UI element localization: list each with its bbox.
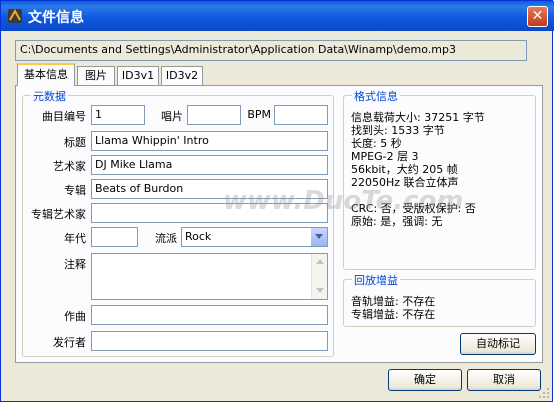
file-info-dialog: 文件信息 ✕ C:\Documents and Settings\Adminis… [0, 0, 554, 402]
year-label: 年代 [64, 232, 86, 245]
genre-select[interactable]: Rock [181, 227, 328, 247]
comment-label: 注释 [64, 258, 86, 271]
window-title: 文件信息 [28, 10, 84, 26]
cancel-button[interactable]: 取消 [467, 369, 541, 391]
tab-id3v2[interactable]: ID3v2 [161, 66, 203, 85]
winamp-icon [8, 8, 22, 23]
format-info-line: 22050Hz 联合立体声 [351, 176, 459, 189]
comment-scrollbar[interactable] [311, 254, 327, 299]
year-input[interactable] [91, 227, 138, 247]
tab-panel: 元数据 曲目编号 1 唱片 BPM 标题 Llama Whippin' Intr… [15, 85, 543, 363]
album-label: 专辑 [64, 184, 86, 197]
track-input[interactable]: 1 [91, 105, 145, 125]
scroll-down-icon[interactable] [313, 284, 327, 298]
tab-basic-info[interactable]: 基本信息 [17, 63, 75, 86]
title-bar[interactable]: 文件信息 ✕ [1, 1, 554, 31]
genre-label: 流派 [155, 232, 177, 245]
artist-label: 艺术家 [53, 160, 86, 173]
replay-gain-group-title: 回放增益 [352, 272, 400, 288]
format-info-group: 格式信息 信息载荷大小: 37251 字节 找到头: 1533 字节 长度: 5… [343, 88, 536, 270]
album-gain-text: 专辑增益: 不存在 [351, 308, 436, 321]
composer-label: 作曲 [64, 310, 86, 323]
album-input[interactable]: Beats of Burdon [91, 179, 328, 199]
track-label: 曲目编号 [42, 110, 86, 123]
tab-picture[interactable]: 图片 [77, 66, 115, 85]
resize-grip-icon[interactable] [538, 387, 550, 399]
ok-button[interactable]: 确定 [388, 369, 462, 391]
chevron-down-icon[interactable] [310, 228, 327, 246]
bpm-label: BPM [247, 108, 271, 121]
auto-tag-button[interactable]: 自动标记 [460, 333, 536, 355]
comment-textarea[interactable] [91, 253, 328, 300]
publisher-input[interactable] [91, 331, 328, 351]
title-label: 标题 [64, 136, 86, 149]
publisher-label: 发行者 [53, 336, 86, 349]
disc-input[interactable] [187, 105, 241, 125]
title-input[interactable]: Llama Whippin' Intro [91, 131, 328, 151]
artist-input[interactable]: DJ Mike Llama [91, 155, 328, 175]
close-button[interactable]: ✕ [527, 6, 548, 27]
format-info-line: 原始: 是，强调: 无 [351, 215, 443, 228]
close-icon: ✕ [531, 8, 544, 24]
album-artist-input[interactable] [91, 203, 328, 223]
replay-gain-group: 回放增益 音轨增益: 不存在 专辑增益: 不存在 [343, 272, 536, 327]
scroll-up-icon[interactable] [313, 255, 327, 269]
file-path-field[interactable]: C:\Documents and Settings\Administrator\… [15, 40, 527, 61]
album-artist-label: 专辑艺术家 [31, 208, 86, 221]
composer-input[interactable] [91, 305, 328, 325]
genre-value: Rock [185, 230, 212, 243]
metadata-group: 元数据 曲目编号 1 唱片 BPM 标题 Llama Whippin' Intr… [22, 88, 334, 357]
bpm-input[interactable] [274, 105, 328, 125]
tab-id3v1[interactable]: ID3v1 [117, 66, 159, 85]
metadata-group-title: 元数据 [31, 88, 68, 104]
format-info-group-title: 格式信息 [352, 88, 400, 104]
disc-label: 唱片 [161, 110, 183, 123]
